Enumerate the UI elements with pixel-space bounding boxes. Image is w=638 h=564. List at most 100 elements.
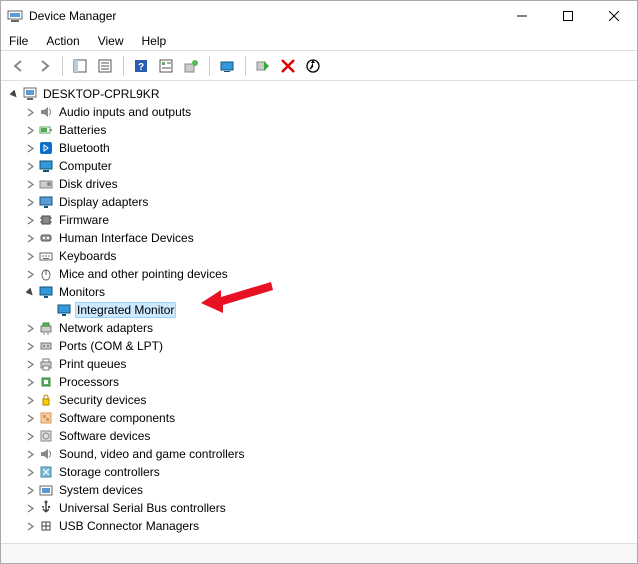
device-tree[interactable]: DESKTOP-CPRL9KR Audio inputs and outputs B… xyxy=(1,81,637,543)
update-driver-button[interactable] xyxy=(179,54,203,78)
tree-item-mouse[interactable]: Mice and other pointing devices xyxy=(5,265,637,283)
menubar: File Action View Help xyxy=(1,31,637,51)
tree-item-battery[interactable]: Batteries xyxy=(5,121,637,139)
expand-icon[interactable] xyxy=(23,411,37,425)
expand-icon[interactable] xyxy=(23,231,37,245)
tree-item-label: Network adapters xyxy=(57,321,155,335)
swcomp-icon xyxy=(37,410,55,426)
keyboard-icon xyxy=(37,248,55,264)
tree-item-sound[interactable]: Sound, video and game controllers xyxy=(5,445,637,463)
tree-item-label: Batteries xyxy=(57,123,108,137)
expand-icon[interactable] xyxy=(23,249,37,263)
tree-item-bluetooth[interactable]: Bluetooth xyxy=(5,139,637,157)
collapse-icon[interactable] xyxy=(23,285,37,299)
bluetooth-icon xyxy=(37,140,55,156)
expand-icon[interactable] xyxy=(23,141,37,155)
expand-icon[interactable] xyxy=(23,447,37,461)
tree-item-keyboard[interactable]: Keyboards xyxy=(5,247,637,265)
hid-icon xyxy=(37,230,55,246)
expand-icon[interactable] xyxy=(23,393,37,407)
expand-icon[interactable] xyxy=(23,501,37,515)
speaker-icon xyxy=(37,104,55,120)
uninstall-device-button[interactable] xyxy=(276,54,300,78)
tree-item-hid[interactable]: Human Interface Devices xyxy=(5,229,637,247)
tree-item-display[interactable]: Display adapters xyxy=(5,193,637,211)
tree-item-label: Monitors xyxy=(57,285,107,299)
maximize-button[interactable] xyxy=(545,1,591,31)
properties-button[interactable] xyxy=(93,54,117,78)
port-icon xyxy=(37,338,55,354)
expand-icon[interactable] xyxy=(23,429,37,443)
tree-root[interactable]: DESKTOP-CPRL9KR xyxy=(5,85,637,103)
expand-icon[interactable] xyxy=(23,483,37,497)
menu-action[interactable]: Action xyxy=(44,33,81,49)
tree-item-system[interactable]: System devices xyxy=(5,481,637,499)
close-button[interactable] xyxy=(591,1,637,31)
tree-item-printer[interactable]: Print queues xyxy=(5,355,637,373)
expand-icon[interactable] xyxy=(23,519,37,533)
tree-item-port[interactable]: Ports (COM & LPT) xyxy=(5,337,637,355)
expand-icon[interactable] xyxy=(23,123,37,137)
svg-text:?: ? xyxy=(138,62,144,73)
tree-item-computer[interactable]: Computer xyxy=(5,157,637,175)
security-icon xyxy=(37,392,55,408)
enable-device-button[interactable] xyxy=(251,54,275,78)
scan-hardware-button[interactable] xyxy=(215,54,239,78)
expand-icon[interactable] xyxy=(23,195,37,209)
minimize-button[interactable] xyxy=(499,1,545,31)
statusbar xyxy=(1,543,637,563)
printer-icon xyxy=(37,356,55,372)
network-icon xyxy=(37,320,55,336)
tree-item-swcomp[interactable]: Software components xyxy=(5,409,637,427)
tree-item-label: Firmware xyxy=(57,213,111,227)
show-hide-console-tree-button[interactable] xyxy=(68,54,92,78)
separator xyxy=(240,56,246,76)
tree-item-disk[interactable]: Disk drives xyxy=(5,175,637,193)
expand-icon[interactable] xyxy=(23,465,37,479)
tree-item-label: Computer xyxy=(57,159,114,173)
tree-item-label: Audio inputs and outputs xyxy=(57,105,193,119)
tree-item-usb[interactable]: Universal Serial Bus controllers xyxy=(5,499,637,517)
usb-icon xyxy=(37,500,55,516)
tree-item-label: Human Interface Devices xyxy=(57,231,196,245)
tree-item-monitor[interactable]: Monitors xyxy=(5,283,637,301)
help-button[interactable]: ? xyxy=(129,54,153,78)
collapse-icon[interactable] xyxy=(7,87,21,101)
separator xyxy=(118,56,124,76)
tree-item-network[interactable]: Network adapters xyxy=(5,319,637,337)
tree-item-swdev[interactable]: Software devices xyxy=(5,427,637,445)
menu-help[interactable]: Help xyxy=(140,33,169,49)
menu-file[interactable]: File xyxy=(7,33,30,49)
tree-item-speaker[interactable]: Audio inputs and outputs xyxy=(5,103,637,121)
expand-icon[interactable] xyxy=(23,213,37,227)
scan-changes-button[interactable] xyxy=(301,54,325,78)
tree-child-monitor[interactable]: Integrated Monitor xyxy=(5,301,637,319)
expand-icon[interactable] xyxy=(23,321,37,335)
tree-item-label: Bluetooth xyxy=(57,141,112,155)
sound-icon xyxy=(37,446,55,462)
expand-icon[interactable] xyxy=(23,159,37,173)
tree-item-label: USB Connector Managers xyxy=(57,519,201,533)
tree-item-label: Mice and other pointing devices xyxy=(57,267,230,281)
expand-icon[interactable] xyxy=(23,357,37,371)
tree-item-security[interactable]: Security devices xyxy=(5,391,637,409)
expand-icon[interactable] xyxy=(23,339,37,353)
expand-icon[interactable] xyxy=(23,375,37,389)
expand-icon[interactable] xyxy=(23,105,37,119)
menu-view[interactable]: View xyxy=(96,33,126,49)
expand-icon[interactable] xyxy=(23,177,37,191)
tree-item-cpu[interactable]: Processors xyxy=(5,373,637,391)
forward-button[interactable] xyxy=(32,54,56,78)
tree-item-chip[interactable]: Firmware xyxy=(5,211,637,229)
disk-icon xyxy=(37,176,55,192)
tree-item-usbconn[interactable]: USB Connector Managers xyxy=(5,517,637,535)
back-button[interactable] xyxy=(7,54,31,78)
tree-item-label: Processors xyxy=(57,375,121,389)
tree-item-storage[interactable]: Storage controllers xyxy=(5,463,637,481)
tree-item-label: Security devices xyxy=(57,393,148,407)
tree-item-label: System devices xyxy=(57,483,145,497)
tree-child-label: Integrated Monitor xyxy=(75,302,176,318)
action-list-button[interactable] xyxy=(154,54,178,78)
expand-icon[interactable] xyxy=(23,267,37,281)
system-icon xyxy=(37,482,55,498)
